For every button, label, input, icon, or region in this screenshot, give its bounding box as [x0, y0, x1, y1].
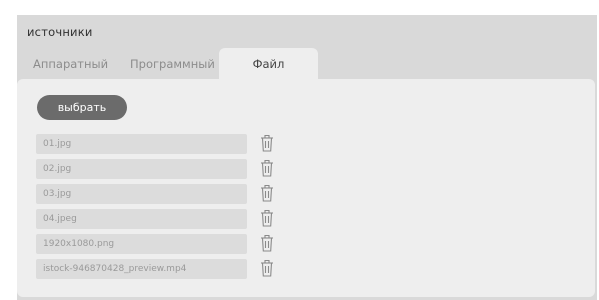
select-file-button[interactable]: выбрать — [37, 95, 127, 120]
tab-software[interactable]: Программный — [130, 48, 215, 80]
file-name: 1920x1080.png — [36, 234, 247, 254]
file-name: 04.jpeg — [36, 209, 247, 229]
file-name: istock-946870428_preview.mp4 — [36, 259, 247, 279]
source-tabs: Аппаратный Программный Файл — [27, 48, 587, 80]
trash-icon[interactable] — [260, 208, 274, 228]
trash-icon[interactable] — [260, 183, 274, 203]
file-name: 02.jpg — [36, 159, 247, 179]
trash-icon[interactable] — [260, 158, 274, 178]
file-name: 01.jpg — [36, 134, 247, 154]
trash-icon[interactable] — [260, 233, 274, 253]
tab-file[interactable]: Файл — [219, 48, 318, 80]
file-tab-content: выбрать 01.jpg 02.jpg 03.jpg 04.jpeg 192… — [17, 79, 595, 297]
file-name: 03.jpg — [36, 184, 247, 204]
trash-icon[interactable] — [260, 258, 274, 278]
panel-title: источники — [27, 25, 93, 39]
tab-hardware[interactable]: Аппаратный — [33, 48, 108, 80]
trash-icon[interactable] — [260, 133, 274, 153]
sources-panel: источники Аппаратный Программный Файл вы… — [17, 15, 597, 300]
